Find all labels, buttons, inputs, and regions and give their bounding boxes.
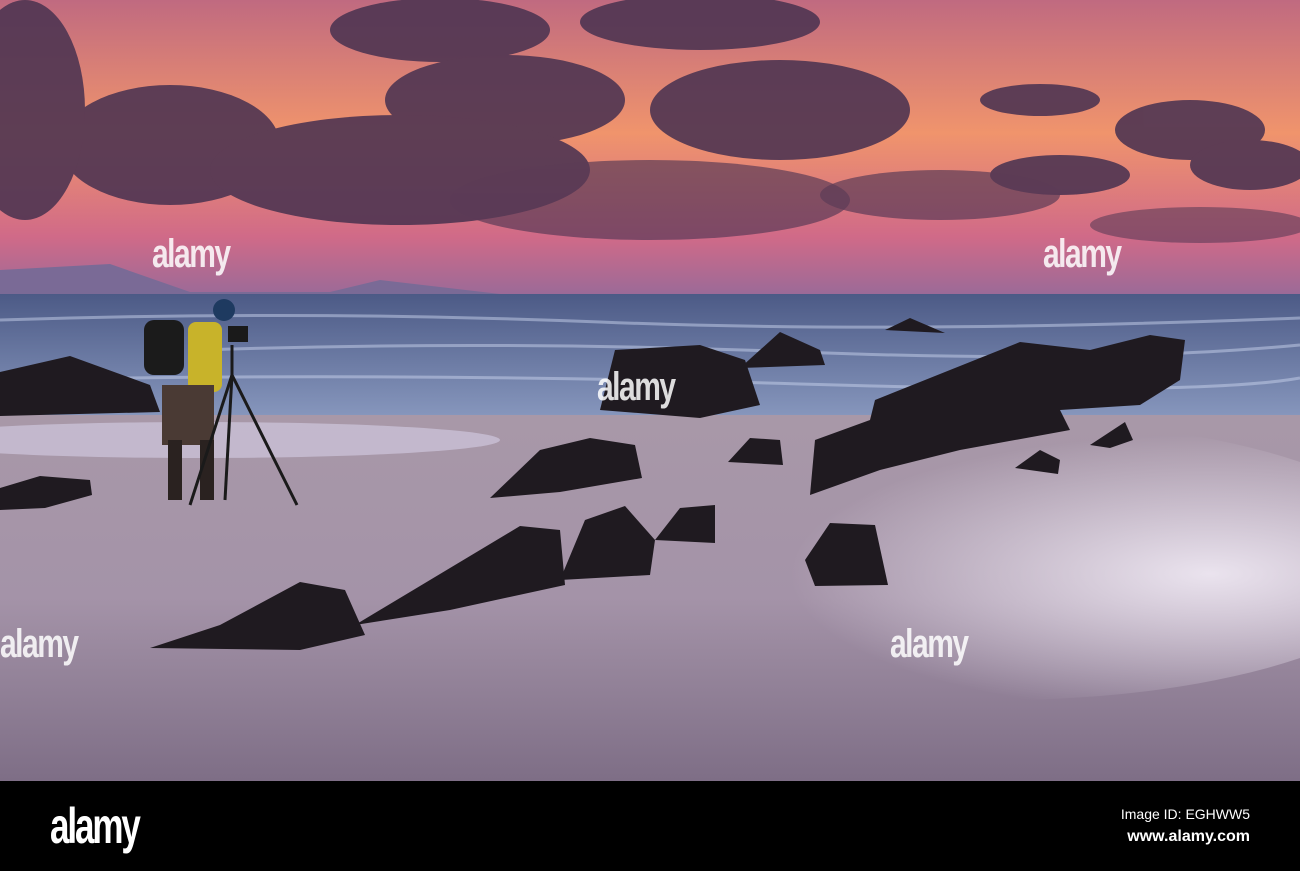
beach-sunset-photo: alamy alamy alamy alamy alamy — [0, 0, 1300, 781]
image-id: Image ID: EGHWW5 — [1120, 806, 1250, 822]
watermark: alamy — [0, 622, 79, 666]
watermark: alamy — [890, 622, 969, 666]
footer-bar: alamy Image ID: EGHWW5 www.alamy.com — [0, 781, 1300, 871]
website-link[interactable]: www.alamy.com — [1127, 828, 1250, 846]
stock-photo-page: alamy alamy alamy alamy alamy alamy Imag… — [0, 0, 1300, 871]
watermark: alamy — [597, 365, 676, 409]
watermark: alamy — [152, 232, 231, 276]
alamy-logo: alamy — [50, 798, 141, 854]
watermark: alamy — [1043, 232, 1122, 276]
